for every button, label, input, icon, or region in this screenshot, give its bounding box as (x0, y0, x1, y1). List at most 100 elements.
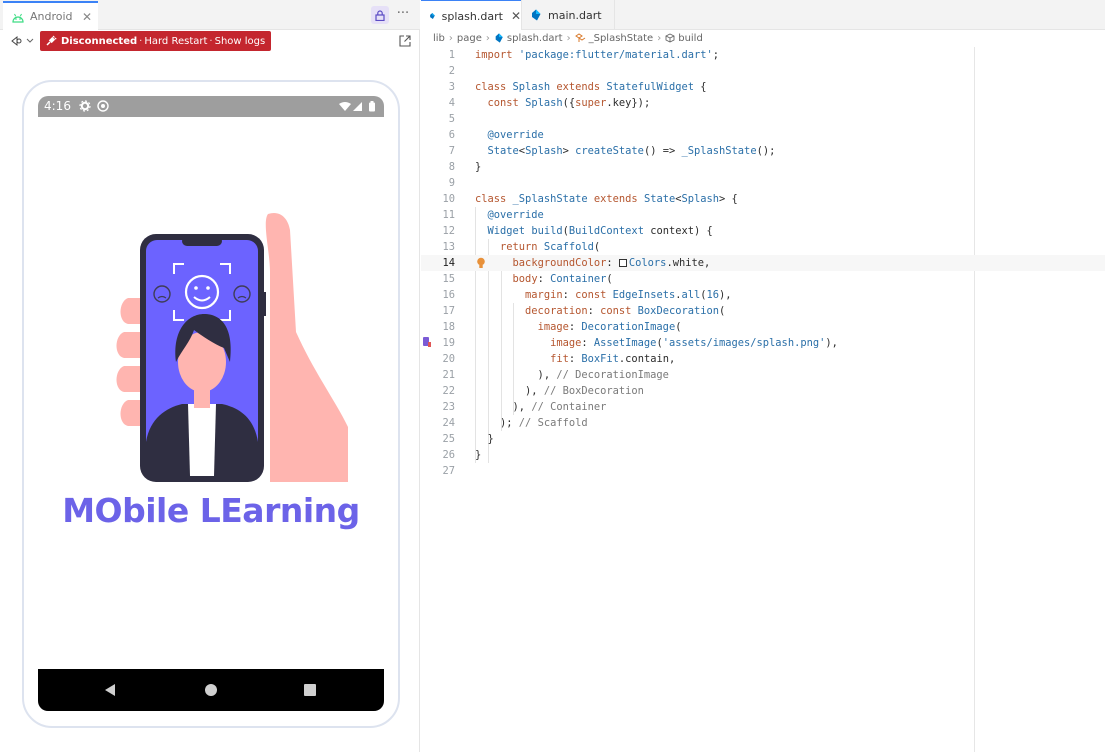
code-text: image: AssetImage('assets/images/splash.… (550, 337, 838, 349)
code-text: Widget build(BuildContext context) { (487, 225, 713, 237)
code-line[interactable]: 25 } (421, 431, 1105, 447)
class-icon (574, 33, 585, 42)
dart-file-icon (430, 12, 435, 20)
plug-icon (46, 35, 57, 46)
device-screen[interactable]: 4:16 MObile LEarning (38, 96, 384, 711)
code-text: } (475, 433, 494, 445)
chevron-right-icon: › (485, 32, 490, 44)
code-line[interactable]: 19 image: AssetImage('assets/images/spla… (421, 335, 1105, 351)
device-control-icon[interactable] (10, 34, 36, 48)
line-number: 19 (442, 337, 455, 349)
line-number: 25 (442, 433, 455, 445)
code-line[interactable]: 17 decoration: const BoxDecoration( (421, 303, 1105, 319)
back-nav-icon[interactable] (103, 683, 117, 697)
line-number: 14 (442, 257, 455, 269)
recents-nav-icon[interactable] (303, 683, 317, 697)
code-line[interactable]: 3 class Splash extends StatefulWidget { (421, 79, 1105, 95)
close-icon[interactable]: ✕ (82, 10, 92, 24)
code-line[interactable]: 5 (421, 111, 1105, 127)
line-number: 11 (442, 209, 455, 221)
line-number: 2 (448, 65, 455, 77)
android-status-bar: 4:16 (38, 96, 384, 117)
code-text: @override (487, 129, 544, 141)
line-number: 7 (448, 145, 455, 157)
code-text: class _SplashState extends State<Splash>… (475, 193, 738, 205)
code-line[interactable]: 18 image: DecorationImage( (421, 319, 1105, 335)
code-line[interactable]: 8} (421, 159, 1105, 175)
tab-android[interactable]: Android ✕ (3, 1, 98, 30)
breadcrumb-item[interactable]: build (678, 33, 703, 44)
code-line[interactable]: 20 fit: BoxFit.contain, (421, 351, 1105, 367)
tab-main-dart[interactable]: main.dart (521, 0, 615, 30)
tab-splash-dart[interactable]: splash.dart ✕ (421, 0, 521, 31)
code-line[interactable]: 2 (421, 63, 1105, 79)
code-text: image: DecorationImage( (537, 321, 682, 333)
color-swatch-icon[interactable] (618, 259, 627, 267)
code-line[interactable]: 13 return Scaffold( (421, 239, 1105, 255)
code-line[interactable]: 10 class _SplashState extends State<Splas… (421, 191, 1105, 207)
line-number: 21 (442, 369, 455, 381)
sync-icon (97, 100, 109, 112)
code-line[interactable]: 15 body: Container( (421, 271, 1105, 287)
home-nav-icon[interactable] (204, 683, 218, 697)
breadcrumb-item[interactable]: _SplashState (589, 33, 654, 44)
breadcrumb-item[interactable]: lib (433, 33, 445, 44)
code-line[interactable]: 27 (421, 463, 1105, 479)
breadcrumb-item[interactable]: page (457, 33, 482, 44)
line-number: 23 (442, 401, 455, 413)
popout-icon[interactable] (398, 34, 412, 48)
lightbulb-icon[interactable] (476, 257, 486, 269)
line-number: 15 (442, 273, 455, 285)
code-text: State<Splash> createState() => _SplashSt… (487, 145, 776, 157)
line-number: 5 (448, 113, 455, 125)
breadcrumb-item[interactable]: splash.dart (507, 33, 563, 44)
panel-tabbar: Android ✕ ··· (0, 0, 420, 30)
device-preview-panel: Android ✕ ··· Disconnected · Hard Restar… (0, 0, 420, 752)
code-line[interactable]: 23 ), // Container (421, 399, 1105, 415)
code-line[interactable]: 1 import 'package:flutter/material.dart'; (421, 47, 1105, 63)
code-text: ), // BoxDecoration (475, 385, 644, 397)
close-icon[interactable]: ✕ (511, 9, 521, 23)
splash-title: MObile LEarning (62, 491, 360, 530)
code-line[interactable]: 16 margin: const EdgeInsets.all(16), (421, 287, 1105, 303)
chevron-right-icon: › (566, 32, 571, 44)
tab-label: splash.dart (441, 9, 503, 23)
splash-illustration (116, 213, 348, 482)
code-line[interactable]: 7 State<Splash> createState() => _Splash… (421, 143, 1105, 159)
connection-status-badge: Disconnected · Hard Restart · Show logs (40, 31, 272, 51)
code-text: } (475, 449, 482, 461)
code-line[interactable]: 11 @override (421, 207, 1105, 223)
line-number: 4 (448, 97, 455, 109)
line-number: 18 (442, 321, 455, 333)
line-number: 22 (442, 385, 455, 397)
code-line[interactable]: 21 ), // DecorationImage (421, 367, 1105, 383)
code-line[interactable]: 24 ); // Scaffold (421, 415, 1105, 431)
code-text: ), // DecorationImage (475, 369, 669, 381)
hard-restart-link[interactable]: Hard Restart (144, 36, 207, 47)
android-nav-bar (38, 669, 384, 711)
lock-button[interactable] (371, 6, 389, 24)
status-time: 4:16 (44, 99, 71, 113)
line-number: 10 (442, 193, 455, 205)
line-number: 13 (442, 241, 455, 253)
code-text: body: Container( (512, 273, 613, 285)
tab-label: main.dart (548, 8, 602, 22)
line-number: 9 (448, 177, 455, 189)
code-line[interactable]: 22 ), // BoxDecoration (421, 383, 1105, 399)
code-line[interactable]: 12 Widget build(BuildContext context) { (421, 223, 1105, 239)
chevron-right-icon: › (448, 32, 453, 44)
settings-icon (79, 100, 91, 112)
code-line[interactable]: 6 @override (421, 127, 1105, 143)
code-area[interactable]: 1 import 'package:flutter/material.dart';… (421, 47, 1105, 752)
device-toolbar: Disconnected · Hard Restart · Show logs (0, 30, 420, 52)
line-number: 1 (448, 49, 455, 61)
tab-android-label: Android (30, 10, 73, 23)
code-line[interactable]: 9 (421, 175, 1105, 191)
show-logs-link[interactable]: Show logs (215, 36, 266, 47)
code-line[interactable]: 4 const Splash({super.key}); (421, 95, 1105, 111)
code-line[interactable]: 26} (421, 447, 1105, 463)
code-text: import 'package:flutter/material.dart'; (475, 49, 720, 61)
code-line[interactable]: 14 backgroundColor: Colors.white, (421, 255, 1105, 271)
status-separator: · (139, 35, 143, 47)
more-icon[interactable]: ··· (394, 5, 412, 23)
